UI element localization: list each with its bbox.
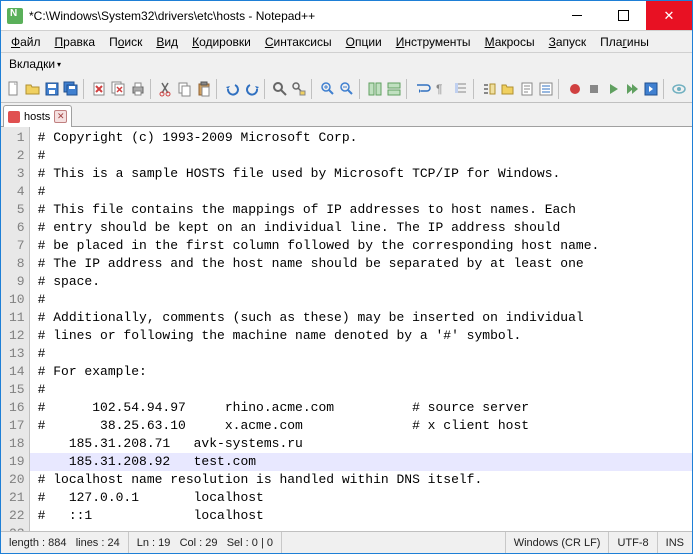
menu-encodings[interactable]: Кодировки	[186, 34, 257, 50]
code-line[interactable]: # localhost name resolution is handled w…	[38, 471, 692, 489]
code-area[interactable]: # Copyright (c) 1993-2009 Microsoft Corp…	[30, 127, 692, 531]
save-macro-button[interactable]	[642, 78, 660, 100]
menu-bar: Файл Правка Поиск Вид Кодировки Синтакси…	[1, 31, 692, 53]
window-controls	[554, 1, 692, 30]
save-all-button[interactable]	[62, 78, 80, 100]
play-macro-button[interactable]	[604, 78, 622, 100]
show-all-chars-button[interactable]: ¶	[433, 78, 451, 100]
close-all-button[interactable]	[110, 78, 128, 100]
paste-button[interactable]	[195, 78, 213, 100]
code-line[interactable]: #	[38, 345, 692, 363]
code-line[interactable]: # 38.25.63.10 x.acme.com # x client host	[38, 417, 692, 435]
menu-run[interactable]: Запуск	[543, 34, 593, 50]
code-line[interactable]: # Additionally, comments (such as these)…	[38, 309, 692, 327]
code-line[interactable]: # be placed in the first column followed…	[38, 237, 692, 255]
status-length: length : 884 lines : 24	[1, 532, 129, 553]
status-mode[interactable]: INS	[658, 532, 692, 553]
sync-v-button[interactable]	[366, 78, 384, 100]
toolbar: ¶	[1, 75, 692, 103]
code-line[interactable]: #	[38, 381, 692, 399]
code-line[interactable]: #	[38, 147, 692, 165]
doc-map-button[interactable]	[518, 78, 536, 100]
function-list-button[interactable]	[480, 78, 498, 100]
code-line[interactable]: # 127.0.0.1 localhost	[38, 489, 692, 507]
tab-label: hosts	[24, 111, 50, 123]
monitor-button[interactable]	[670, 78, 688, 100]
dropdown-icon[interactable]: ▾	[57, 60, 61, 69]
save-button[interactable]	[43, 78, 61, 100]
app-icon	[7, 8, 23, 24]
find-button[interactable]	[271, 78, 289, 100]
code-line[interactable]: # Copyright (c) 1993-2009 Microsoft Corp…	[38, 129, 692, 147]
status-encoding[interactable]: UTF-8	[609, 532, 657, 553]
editor: 123456789101112131415161718192021222324 …	[1, 127, 692, 531]
code-line[interactable]: 185.31.208.71 avk-systems.ru	[38, 435, 692, 453]
line-number-gutter: 123456789101112131415161718192021222324	[1, 127, 30, 531]
play-multi-button[interactable]	[623, 78, 641, 100]
tab-hosts[interactable]: hosts ✕	[3, 105, 72, 127]
window-title: *C:\Windows\System32\drivers\etc\hosts -…	[29, 9, 554, 23]
copy-button[interactable]	[176, 78, 194, 100]
code-line[interactable]: # This is a sample HOSTS file used by Mi…	[38, 165, 692, 183]
indent-guide-button[interactable]	[452, 78, 470, 100]
svg-text:¶: ¶	[436, 82, 442, 96]
code-line[interactable]: #	[38, 183, 692, 201]
menu-plugins[interactable]: Плагины	[594, 34, 655, 50]
menu-syntax[interactable]: Синтаксисы	[259, 34, 338, 50]
sync-h-button[interactable]	[385, 78, 403, 100]
menu-file[interactable]: Файл	[5, 34, 47, 50]
zoom-out-button[interactable]	[338, 78, 356, 100]
code-line[interactable]: # The IP address and the host name shoul…	[38, 255, 692, 273]
menu-macros[interactable]: Макросы	[479, 34, 541, 50]
menu-search[interactable]: Поиск	[103, 34, 148, 50]
status-eol[interactable]: Windows (CR LF)	[506, 532, 610, 553]
zoom-in-button[interactable]	[319, 78, 337, 100]
code-line[interactable]: #	[38, 291, 692, 309]
status-position: Ln : 19 Col : 29 Sel : 0 | 0	[129, 532, 282, 553]
status-bar: length : 884 lines : 24 Ln : 19 Col : 29…	[1, 531, 692, 553]
menu-tools[interactable]: Инструменты	[390, 34, 477, 50]
menu-edit[interactable]: Правка	[49, 34, 102, 50]
code-line[interactable]: # space.	[38, 273, 692, 291]
undo-button[interactable]	[224, 78, 242, 100]
wrap-button[interactable]	[414, 78, 432, 100]
minimize-button[interactable]	[554, 1, 600, 30]
folder-view-button[interactable]	[499, 78, 517, 100]
code-line[interactable]: # 102.54.94.97 rhino.acme.com # source s…	[38, 399, 692, 417]
close-button[interactable]	[646, 1, 692, 30]
tab-close-button[interactable]: ✕	[54, 110, 67, 123]
print-button[interactable]	[129, 78, 147, 100]
code-line[interactable]: # entry should be kept on an individual …	[38, 219, 692, 237]
doc-list-button[interactable]	[537, 78, 555, 100]
menu-view[interactable]: Вид	[150, 34, 184, 50]
menu-options[interactable]: Опции	[340, 34, 388, 50]
code-line[interactable]: 185.31.208.92 test.com	[30, 453, 692, 471]
open-file-button[interactable]	[24, 78, 42, 100]
file-modified-icon	[8, 111, 20, 123]
redo-button[interactable]	[243, 78, 261, 100]
title-bar: *C:\Windows\System32\drivers\etc\hosts -…	[1, 1, 692, 31]
close-file-button[interactable]	[91, 78, 109, 100]
new-file-button[interactable]	[5, 78, 23, 100]
submenu-tabs[interactable]: Вкладки	[9, 57, 55, 71]
replace-button[interactable]	[290, 78, 308, 100]
tab-bar: hosts ✕	[1, 103, 692, 127]
code-line[interactable]: # ::1 localhost	[38, 507, 692, 525]
stop-macro-button[interactable]	[585, 78, 603, 100]
submenu-bar: Вкладки ▾	[1, 53, 692, 75]
maximize-button[interactable]	[600, 1, 646, 30]
code-line[interactable]: # lines or following the machine name de…	[38, 327, 692, 345]
code-line[interactable]: # For example:	[38, 363, 692, 381]
cut-button[interactable]	[157, 78, 175, 100]
record-macro-button[interactable]	[566, 78, 584, 100]
code-line[interactable]: # This file contains the mappings of IP …	[38, 201, 692, 219]
